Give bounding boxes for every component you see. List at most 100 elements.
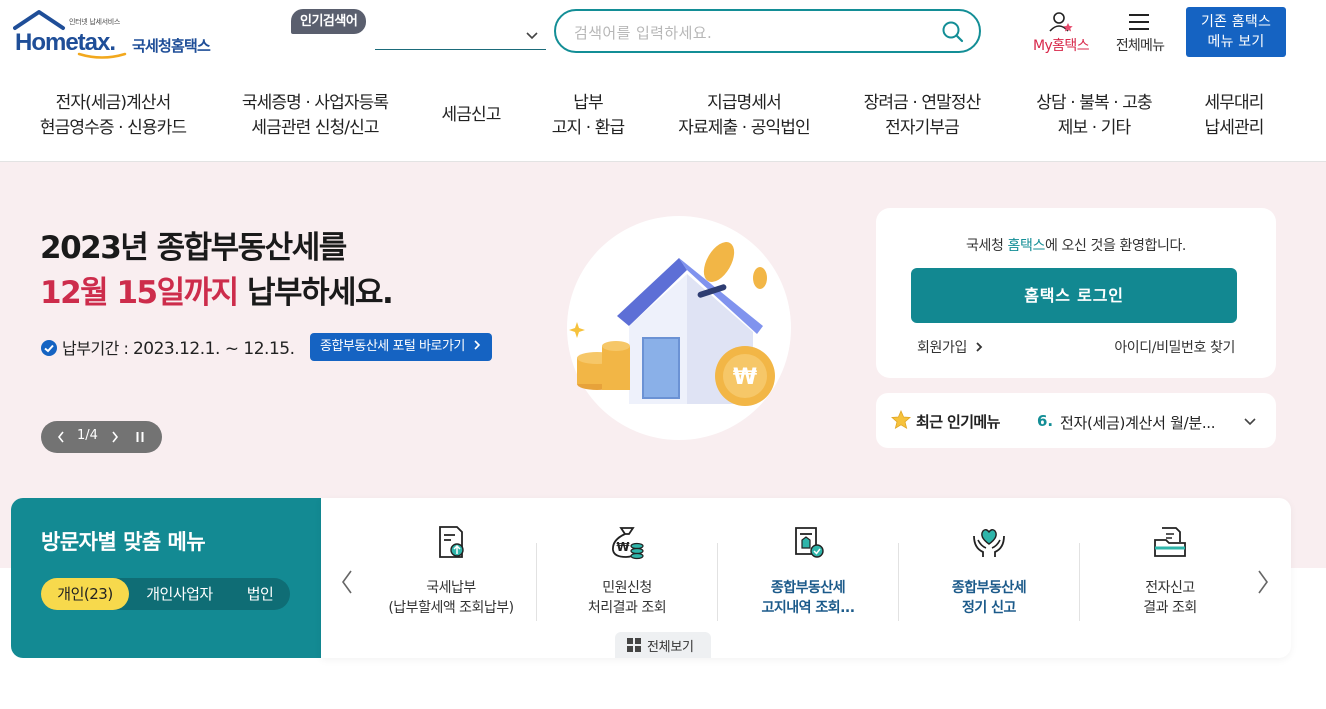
- visitor-menu-title: 방문자별 맞춤 메뉴: [41, 530, 206, 554]
- banner-pager: 1/4: [41, 421, 162, 453]
- chevron-right-icon: [474, 340, 481, 350]
- popular-search-label: 인기검색어: [291, 9, 367, 34]
- tab-corporation[interactable]: 법인: [233, 578, 287, 610]
- chevron-right-icon[interactable]: [1255, 568, 1271, 596]
- gnb-item-einvoice[interactable]: 전자(세금)계산서 현금영수증 · 신용카드: [33, 91, 193, 141]
- banner-title: 2023년 종합부동산세를 12월 15일까지 납부하세요.: [40, 226, 394, 316]
- gnb-item-line1: 상담 · 불복 · 고충: [1036, 93, 1152, 113]
- hometax-logo[interactable]: 인터넷 납세서비스 Hometax. 국세청홈택스: [13, 8, 233, 60]
- card-label: 전자신고 결과 조회: [1080, 578, 1260, 618]
- my-hometax-button[interactable]: My홈택스: [1024, 10, 1098, 56]
- login-panel: 국세청 홈택스에 오신 것을 환영합니다. 홈택스 로그인 회원가입 아이디/비…: [876, 208, 1276, 378]
- main-navigation: 전자(세금)계산서 현금영수증 · 신용카드 국세증명 · 사업자등록 세금관련…: [0, 80, 1326, 162]
- chevron-down-icon[interactable]: [1242, 413, 1258, 429]
- visitor-menu-header: 방문자별 맞춤 메뉴 개인(23) 개인사업자 법인: [11, 498, 321, 658]
- visitor-menu: 방문자별 맞춤 메뉴 개인(23) 개인사업자 법인 국세납부 (납부할세액 조…: [11, 498, 1291, 658]
- property-tax-portal-link[interactable]: 종합부동산세 포털 바로가기: [310, 333, 493, 361]
- old-menu-line2: 메뉴 보기: [1207, 34, 1265, 50]
- gnb-item-line2: 세금관련 신청/신고: [251, 118, 379, 138]
- card-property-tax-notice[interactable]: 종합부동산세 고지내역 조회...: [718, 524, 898, 624]
- hamburger-icon: [1129, 14, 1149, 30]
- tax-payment-icon: [439, 526, 464, 558]
- old-menu-button[interactable]: 기존 홈택스 메뉴 보기: [1186, 7, 1286, 57]
- card-label: 국세납부 (납부할세액 조회납부): [361, 578, 541, 618]
- search-input[interactable]: 검색어를 입력하세요.: [574, 22, 712, 43]
- card-e-filing-result[interactable]: 전자신고 결과 조회: [1080, 524, 1260, 624]
- all-menu-button[interactable]: 전체메뉴: [1108, 10, 1172, 56]
- all-menu-label: 전체메뉴: [1115, 38, 1165, 54]
- gnb-item-line2: 납세관리: [1204, 118, 1265, 138]
- view-all-button[interactable]: 전체보기: [615, 632, 711, 658]
- tab-individual[interactable]: 개인(23): [41, 578, 129, 610]
- house-coin-icon: ₩: [569, 242, 775, 406]
- banner-title-line1: 2023년 종합부동산세를: [40, 230, 347, 266]
- user-icon: [1049, 12, 1073, 32]
- banner-title-highlight: 12월 15일까지: [40, 275, 239, 311]
- gnb-item-consulting[interactable]: 상담 · 불복 · 고충 제보 · 기타: [1023, 91, 1165, 141]
- popular-menu-item[interactable]: 전자(세금)계산서 월/분...: [1060, 412, 1216, 433]
- star-icon: [891, 410, 911, 430]
- gnb-item-tax-report[interactable]: 세금신고: [430, 103, 512, 128]
- banner-title-line2: 12월 15일까지 납부하세요.: [40, 271, 394, 316]
- portal-link-label: 종합부동산세 포털 바로가기: [320, 339, 465, 354]
- popular-menu-panel[interactable]: 최근 인기메뉴 6. 전자(세금)계산서 월/분...: [876, 393, 1276, 448]
- gnb-item-line1: 세무대리: [1204, 93, 1265, 113]
- join-link[interactable]: 회원가입: [917, 337, 984, 357]
- chevron-right-icon[interactable]: [110, 430, 120, 444]
- card-label-line2: 처리결과 조회: [587, 600, 667, 616]
- logo-small-text: 인터넷 납세서비스: [69, 18, 121, 26]
- heart-hands-icon: [973, 529, 1005, 557]
- gnb-item-incentive[interactable]: 장려금 · 연말정산 전자기부금: [851, 91, 993, 141]
- search-icon[interactable]: [941, 20, 965, 44]
- gnb-item-line1: 전자(세금)계산서: [55, 93, 172, 113]
- popular-menu-title: 최근 인기메뉴: [916, 413, 1000, 431]
- svg-text:₩: ₩: [733, 365, 757, 390]
- card-label: 민원신청 처리결과 조회: [537, 578, 717, 618]
- header: 인터넷 납세서비스 Hometax. 국세청홈택스 인기검색어 검색어를 입력하…: [0, 0, 1326, 70]
- grid-icon: [627, 638, 641, 652]
- gnb-item-line2: 고지 · 환급: [551, 118, 625, 138]
- card-label: 종합부동산세 정기 신고: [899, 578, 1079, 618]
- period-label: 납부기간 :: [62, 339, 133, 358]
- gnb-item-certificate[interactable]: 국세증명 · 사업자등록 세금관련 신청/신고: [230, 91, 400, 141]
- my-hometax-label: My홈택스: [1032, 38, 1090, 54]
- welcome-highlight: 홈택스: [1007, 238, 1046, 254]
- chevron-left-icon[interactable]: [56, 430, 66, 444]
- card-tax-payment[interactable]: 국세납부 (납부할세액 조회납부): [361, 524, 541, 624]
- gnb-item-payment[interactable]: 납부 고지 · 환급: [540, 91, 636, 141]
- house-illustration: ₩: [567, 216, 791, 440]
- card-label: 종합부동산세 고지내역 조회...: [718, 578, 898, 618]
- card-label-line1: 민원신청: [602, 580, 652, 596]
- find-id-password-link[interactable]: 아이디/비밀번호 찾기: [1114, 337, 1235, 357]
- money-bag-icon: ₩: [612, 527, 644, 560]
- popular-search-select[interactable]: [375, 24, 546, 50]
- login-button[interactable]: 홈택스 로그인: [911, 268, 1237, 323]
- gnb-item-line1: 세금신고: [441, 105, 502, 125]
- chevron-right-icon: [976, 342, 983, 352]
- card-property-tax-report[interactable]: 종합부동산세 정기 신고: [899, 524, 1079, 624]
- banner-title-rest: 납부하세요.: [237, 275, 394, 311]
- search-box[interactable]: 검색어를 입력하세요.: [554, 9, 981, 53]
- pause-icon[interactable]: [135, 430, 145, 444]
- old-menu-line1: 기존 홈택스: [1200, 14, 1272, 30]
- card-civil-petition[interactable]: ₩ 민원신청 처리결과 조회: [537, 524, 717, 624]
- gnb-item-line2: 전자기부금: [885, 118, 960, 138]
- card-label-line1: 전자신고: [1145, 580, 1195, 596]
- gnb-item-line2: 자료제출 · 공익법인: [678, 118, 810, 138]
- logo-smile-icon: [77, 52, 127, 59]
- join-label: 회원가입: [917, 340, 967, 356]
- card-label-line1: 국세납부: [426, 580, 476, 596]
- tab-sole-proprietor[interactable]: 개인사업자: [131, 578, 228, 610]
- gnb-item-tax-agent[interactable]: 세무대리 납세관리: [1192, 91, 1276, 141]
- welcome-text: 국세청 홈택스에 오신 것을 환영합니다.: [876, 235, 1276, 255]
- pager-count: 1/4: [77, 428, 98, 443]
- gnb-item-payment-statement[interactable]: 지급명세서 자료제출 · 공익법인: [666, 91, 822, 141]
- visitor-tabs: 개인(23) 개인사업자 법인: [41, 578, 290, 610]
- welcome-pre: 국세청: [966, 238, 1008, 254]
- payment-period: 납부기간 : 2023.12.1. ~ 12.15.: [41, 335, 295, 359]
- card-label-line2: (납부할세액 조회납부): [388, 600, 514, 616]
- gnb-item-line1: 지급명세서: [707, 93, 782, 113]
- chevron-left-icon[interactable]: [339, 568, 355, 596]
- card-label-line2: 정기 신고: [962, 600, 1016, 616]
- visitor-menu-cards: 국세납부 (납부할세액 조회납부) ₩ 민원신청 처리결과 조회 종합부동산세 …: [321, 498, 1291, 658]
